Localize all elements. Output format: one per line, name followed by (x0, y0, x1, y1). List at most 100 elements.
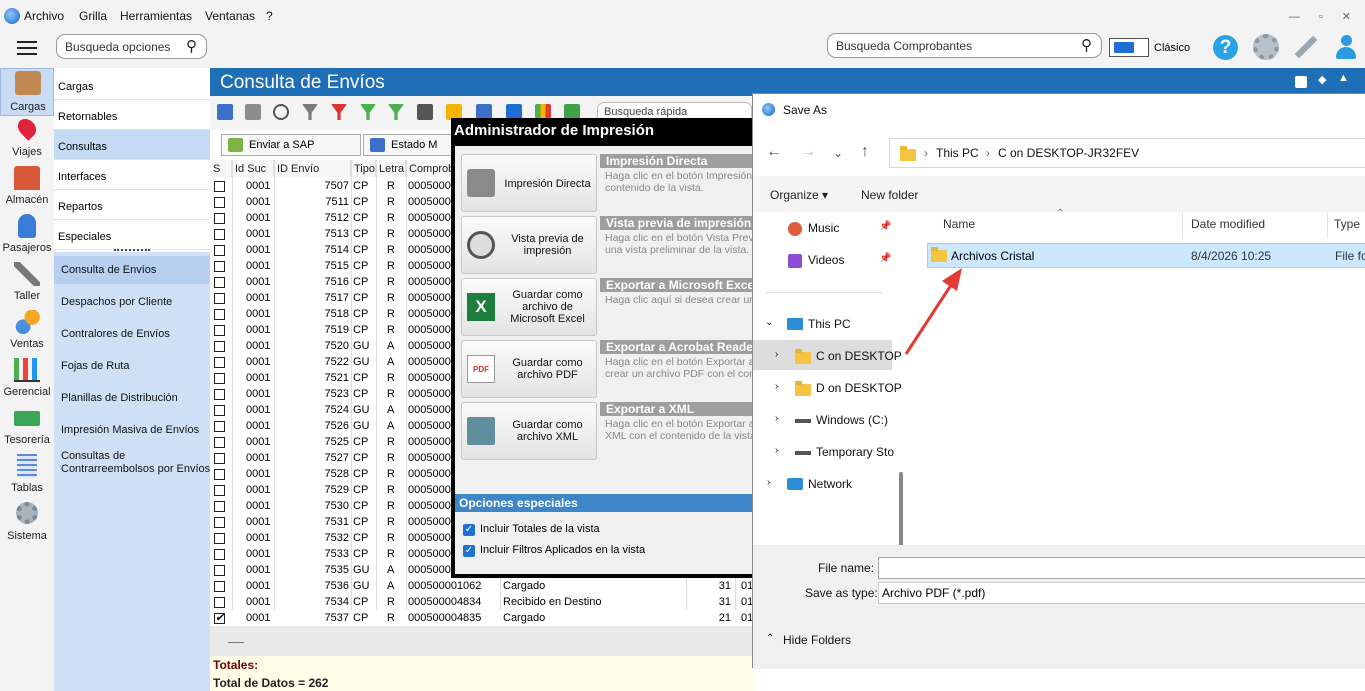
forward-arrow-icon[interactable]: → (800, 143, 816, 161)
nav-tablas[interactable]: Tablas (0, 452, 54, 500)
row-select-checkbox[interactable] (214, 277, 225, 288)
tree-c-desktop[interactable]: C on DESKTOP (816, 349, 902, 363)
table-row[interactable]: 0001 7536 GU A 000500001062 Cargado 31 01 (210, 578, 755, 594)
menu-herramientas[interactable]: Herramientas (120, 9, 192, 23)
submenu-consultas-de[interactable]: Consultas de (61, 450, 125, 462)
pin-icon[interactable]: 📌 (879, 253, 891, 264)
submenu-impresion-masiva[interactable]: Impresión Masiva de Envíos (61, 424, 199, 436)
address-bar[interactable]: › This PC › C on DESKTOP-JR32FEV (889, 138, 1365, 168)
search-options-input[interactable]: Busqueda opciones ⚲ (56, 34, 207, 59)
clear-filter-icon[interactable] (331, 104, 347, 120)
expand-chevron-icon[interactable]: › (775, 349, 778, 360)
hamburger-menu-icon[interactable] (17, 41, 37, 55)
breadcrumb-this-pc[interactable]: This PC (936, 146, 979, 160)
row-select-checkbox[interactable] (214, 325, 225, 336)
expand-chevron-icon[interactable]: › (775, 413, 778, 424)
submenu-interfaces[interactable]: Interfaces (54, 160, 210, 190)
printer-icon[interactable] (417, 104, 433, 120)
back-arrow-icon[interactable]: ← (766, 143, 782, 161)
filter-check-icon[interactable] (388, 104, 404, 120)
row-select-checkbox[interactable] (214, 373, 225, 384)
row-select-checkbox[interactable] (214, 581, 225, 592)
col-header-tipo[interactable]: Tipo (351, 160, 376, 177)
col-header-date[interactable]: Date modified (1191, 217, 1265, 231)
tree-videos[interactable]: Videos (808, 253, 844, 267)
row-select-checkbox[interactable] (214, 421, 225, 432)
save-pdf-button[interactable]: PDF Guardar como archivo PDF (461, 340, 597, 398)
splitter-grip[interactable] (114, 249, 150, 251)
expand-chevron-icon[interactable]: ⌄ (765, 317, 773, 328)
new-folder-button[interactable]: New folder (861, 188, 918, 202)
nav-viajes[interactable]: Viajes (0, 115, 54, 164)
tree-temporary-storage[interactable]: Temporary Sto (816, 445, 894, 459)
row-select-checkbox[interactable] (214, 469, 225, 480)
submenu-planillas-distribucion[interactable]: Planillas de Distribución (61, 392, 178, 404)
submenu-contrarreembolsos[interactable]: Contrarreembolsos por Envíos (61, 463, 210, 475)
window-controls[interactable]: — ▫ ✕ (1289, 10, 1359, 23)
row-select-checkbox[interactable] (214, 611, 225, 624)
nav-pasajeros[interactable]: Pasajeros (0, 212, 54, 260)
help-icon[interactable]: ? (1213, 35, 1238, 60)
zoom-icon[interactable] (273, 104, 289, 120)
col-header-type[interactable]: Type (1334, 217, 1360, 231)
table-row[interactable]: 0001 7534 CP R 000500004834 Recibido en Desti… (210, 594, 755, 610)
menu-help[interactable]: ? (266, 9, 273, 23)
edit-icon[interactable] (217, 104, 233, 120)
row-select-checkbox[interactable] (214, 341, 225, 352)
search-vouchers-input[interactable]: Busqueda Comprobantes ⚲ (827, 33, 1102, 58)
col-header-idenvio[interactable]: ID Envío (274, 160, 351, 177)
save-excel-button[interactable]: X Guardar como archivo de Microsoft Exce… (461, 278, 597, 336)
submenu-especiales[interactable]: Especiales (54, 220, 210, 250)
row-select-checkbox[interactable] (214, 405, 225, 416)
settings-gear-icon[interactable] (1253, 34, 1279, 60)
col-header-letra[interactable]: Letra (376, 160, 406, 177)
row-select-checkbox[interactable] (214, 549, 225, 560)
nav-sistema[interactable]: Sistema (0, 500, 54, 548)
chevron-down-icon[interactable]: ◆ (1318, 73, 1326, 86)
filter-add-icon[interactable] (360, 104, 376, 120)
tree-windows-c[interactable]: Windows (C:) (816, 413, 888, 427)
submenu-consultas[interactable]: Consultas (54, 130, 210, 160)
tree-music[interactable]: Music (808, 221, 839, 235)
nav-almacen[interactable]: Almacén (0, 164, 54, 212)
menu-grilla[interactable]: Grilla (79, 9, 107, 23)
nav-cargas[interactable]: Cargas (0, 68, 54, 116)
estado-button[interactable]: Estado M (363, 134, 455, 156)
submenu-despachos-cliente[interactable]: Despachos por Cliente (61, 296, 172, 308)
menu-archivo[interactable]: Archivo (24, 9, 64, 23)
row-select-checkbox[interactable] (214, 229, 225, 240)
print-icon[interactable] (245, 104, 261, 120)
menu-ventanas[interactable]: Ventanas (205, 9, 255, 23)
tree-d-desktop[interactable]: D on DESKTOP (816, 381, 902, 395)
row-select-checkbox[interactable] (214, 245, 225, 256)
file-row-selected[interactable]: Archivos Cristal 8/4/2026 10:25 File fo (927, 243, 1365, 268)
theme-toggle[interactable] (1109, 38, 1149, 57)
expand-chevron-icon[interactable]: › (767, 477, 770, 488)
row-select-checkbox[interactable] (214, 597, 225, 608)
submenu-cargas[interactable]: Cargas (54, 70, 210, 100)
send-sap-button[interactable]: Enviar a SAP (221, 134, 361, 156)
filter-icon[interactable] (302, 104, 318, 120)
row-select-checkbox[interactable] (214, 293, 225, 304)
submenu-retornables[interactable]: Retornables (54, 100, 210, 130)
row-select-checkbox[interactable] (214, 533, 225, 544)
print-preview-button[interactable]: Vista previa de impresión (461, 216, 597, 274)
row-select-checkbox[interactable] (214, 309, 225, 320)
row-select-checkbox[interactable] (214, 485, 225, 496)
row-select-checkbox[interactable] (214, 565, 225, 576)
pin-icon[interactable]: 📌 (879, 221, 891, 232)
col-header-name[interactable]: Name (943, 217, 975, 231)
row-select-checkbox[interactable] (214, 181, 225, 192)
row-select-checkbox[interactable] (214, 501, 225, 512)
nav-taller[interactable]: Taller (0, 260, 54, 308)
tree-network[interactable]: Network (808, 477, 852, 491)
hide-folders-button[interactable]: Hide Folders (783, 633, 851, 647)
row-select-checkbox[interactable] (214, 437, 225, 448)
table-row[interactable]: 00017537CPR000500004835Cargado2101 (210, 610, 755, 626)
save-xml-button[interactable]: Guardar como archivo XML (461, 402, 597, 460)
row-select-checkbox[interactable] (214, 197, 225, 208)
breadcrumb-c-drive[interactable]: C on DESKTOP-JR32FEV (998, 146, 1139, 160)
expand-chevron-icon[interactable]: › (775, 445, 778, 456)
organize-button[interactable]: Organize ▾ (770, 188, 828, 202)
up-arrow-icon[interactable]: ↑ (861, 143, 869, 161)
